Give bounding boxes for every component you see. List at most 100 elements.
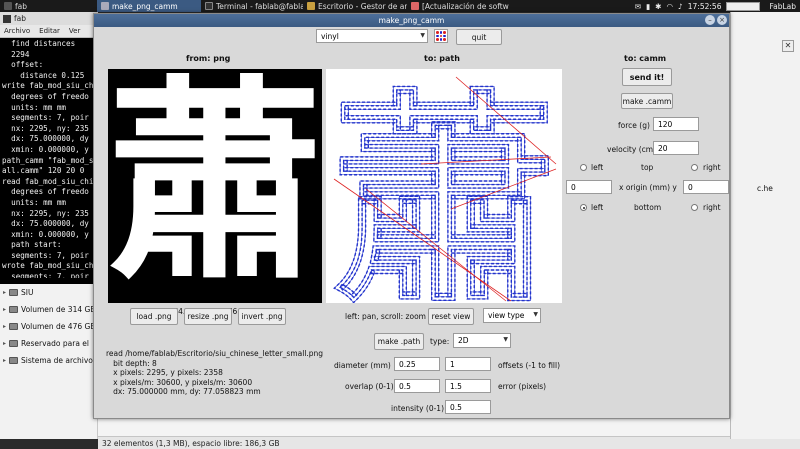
terminal-line: degrees of freedo xyxy=(2,187,89,197)
terminal-line: find distances xyxy=(2,39,76,48)
resize-png-button[interactable]: resize .png xyxy=(184,308,232,325)
window-title-bar[interactable]: make_png_camm – × xyxy=(94,14,729,27)
terminal-line: segments: 7, poir xyxy=(2,250,89,260)
battery-icon[interactable]: ▮ xyxy=(646,2,650,11)
taskbar-item-file-manager[interactable]: Escritorio - Gestor de arc... xyxy=(303,0,407,12)
drive-icon xyxy=(9,340,19,347)
close-icon[interactable]: × xyxy=(717,15,727,25)
sidebar-item-label: Volumen de 476 GB xyxy=(21,322,96,331)
minimize-icon[interactable]: – xyxy=(705,15,715,25)
drive-icon xyxy=(9,306,19,313)
pan-zoom-hint: left: pan, scroll: zoom xyxy=(345,312,426,321)
error-input[interactable]: 1.5 xyxy=(445,379,491,393)
intensity-input[interactable]: 0.5 xyxy=(445,400,491,414)
origin-x-input[interactable]: 0 xyxy=(566,180,612,194)
taskbar-item-software-update[interactable]: [Actualización de software] xyxy=(407,0,509,12)
invert-png-button[interactable]: invert .png xyxy=(238,308,286,325)
origin-label: x origin (mm) y xyxy=(619,183,677,192)
machine-select[interactable]: vinyl ▼ xyxy=(316,29,428,43)
chevron-down-icon: ▼ xyxy=(533,311,538,318)
clock[interactable]: 17:52:56 xyxy=(688,2,722,11)
taskbar-item-label: fab xyxy=(15,1,27,11)
load-png-button[interactable]: load .png xyxy=(130,308,178,325)
taskbar-item-terminal[interactable]: Terminal - fablab@fablab xyxy=(201,0,303,12)
sidebar-item-filesystem[interactable]: ▸ Sistema de archivo xyxy=(0,352,97,369)
path-preview[interactable]: 蕭 蕭 xyxy=(326,69,562,303)
sidebar-item-siu[interactable]: ▸ SIU xyxy=(0,284,97,301)
menu-editar[interactable]: Editar xyxy=(39,27,60,35)
taskbar-item-fab[interactable]: fab xyxy=(0,0,31,12)
update-icon xyxy=(411,2,419,10)
desktop-switcher[interactable] xyxy=(726,1,761,11)
taskbar-item-label: Escritorio - Gestor de arc... xyxy=(318,1,407,11)
origin-bottom-right-radio[interactable] xyxy=(691,204,698,211)
grid-icon[interactable] xyxy=(434,29,448,43)
taskbar-item-label: Terminal - fablab@fablab xyxy=(216,1,303,11)
drive-icon xyxy=(9,357,19,364)
menu-ver[interactable]: Ver xyxy=(69,27,80,35)
read-info-line: read /home/fablab/Escritorio/siu_chinese… xyxy=(106,349,324,358)
drive-icon xyxy=(9,323,19,330)
terminal-line: path_camm "fab_mod_s xyxy=(2,155,94,165)
png-preview[interactable]: 蕭 xyxy=(108,69,322,303)
make-path-button[interactable]: make .path xyxy=(374,333,424,350)
origin-top-left-radio[interactable] xyxy=(580,164,587,171)
origin-bottom-left-radio[interactable] xyxy=(580,204,587,211)
menu-archivo[interactable]: Archivo xyxy=(4,27,30,35)
terminal-line: read fab_mod_siu_chi xyxy=(2,176,94,186)
terminal-window: fab Archivo Editar Ver find distances 22… xyxy=(0,12,98,284)
terminal-line: all.camm" 120 20 0 xyxy=(2,166,89,176)
force-input[interactable]: 120 xyxy=(653,117,699,131)
origin-top-right-radio[interactable] xyxy=(691,164,698,171)
sidebar-item-label: Reservado para el xyxy=(21,339,89,348)
file-manager-content-strip xyxy=(98,418,730,436)
sidebar-item-label: Volumen de 314 GB xyxy=(21,305,96,314)
taskbar-item-label: make_png_camm xyxy=(112,1,178,11)
sidebar-item-reserved[interactable]: ▸ Reservado para el xyxy=(0,335,97,352)
bluetooth-icon[interactable]: ✱ xyxy=(655,2,661,11)
sidebar-item-label: Sistema de archivo xyxy=(21,356,93,365)
bottom-label: bottom xyxy=(634,203,662,212)
make-camm-button[interactable]: make .camm xyxy=(621,93,673,109)
terminal-line: segments: 7, poir xyxy=(2,113,89,123)
error-label: error (pixels) xyxy=(498,382,547,391)
reset-view-button[interactable]: reset view xyxy=(428,308,474,325)
terminal-line: wrote fab_mod_siu_ch xyxy=(2,261,94,271)
terminal-line: 2294 xyxy=(2,49,30,59)
diameter-input[interactable]: 0.25 xyxy=(394,357,440,371)
mail-icon[interactable]: ✉ xyxy=(635,2,641,11)
terminal-line: offset: xyxy=(2,60,44,70)
velocity-input[interactable]: 20 xyxy=(653,141,699,155)
chevron-down-icon: ▼ xyxy=(503,336,508,343)
terminal-icon xyxy=(4,2,12,10)
offsets-input[interactable]: 1 xyxy=(445,357,491,371)
wifi-icon[interactable]: ◠ xyxy=(666,2,673,11)
force-label: force (g) xyxy=(618,121,650,130)
drive-icon xyxy=(9,289,19,296)
terminal-output[interactable]: find distances 2294 offset: distance 0.1… xyxy=(0,38,98,278)
right-label: right xyxy=(703,163,721,172)
quit-button[interactable]: quit xyxy=(456,29,502,45)
sidebar-item-volume-314[interactable]: ▸ Volumen de 314 GB xyxy=(0,301,97,318)
view-type-select[interactable]: view type ▼ xyxy=(483,308,541,323)
overlap-input[interactable]: 0.5 xyxy=(394,379,440,393)
terminal-line: write fab_mod_siu_ch xyxy=(2,81,94,91)
top-taskbar: fab make_png_camm Terminal - fablab@fabl… xyxy=(0,0,800,12)
triangle-icon: ▸ xyxy=(3,289,7,296)
volume-icon[interactable]: ♪ xyxy=(678,2,683,11)
file-label[interactable]: c.he xyxy=(757,184,773,193)
terminal-line: distance 0.125 xyxy=(2,70,85,80)
close-icon[interactable]: ✕ xyxy=(782,40,794,52)
terminal-line: segments: 7, poir xyxy=(2,272,89,278)
send-it-button[interactable]: send it! xyxy=(622,68,672,86)
terminal-title-bar[interactable]: fab xyxy=(0,12,98,25)
taskbar-item-make-png-camm[interactable]: make_png_camm xyxy=(97,0,201,12)
taskbar-item-label: [Actualización de software] xyxy=(422,1,509,11)
offsets-label: offsets (-1 to fill) xyxy=(498,361,561,370)
overlap-label: overlap (0-1) xyxy=(345,382,394,391)
triangle-icon: ▸ xyxy=(3,306,7,313)
type-select[interactable]: 2D ▼ xyxy=(453,333,511,348)
origin-y-input[interactable]: 0 xyxy=(683,180,729,194)
triangle-icon: ▸ xyxy=(3,340,7,347)
sidebar-item-volume-476[interactable]: ▸ Volumen de 476 GB xyxy=(0,318,97,335)
